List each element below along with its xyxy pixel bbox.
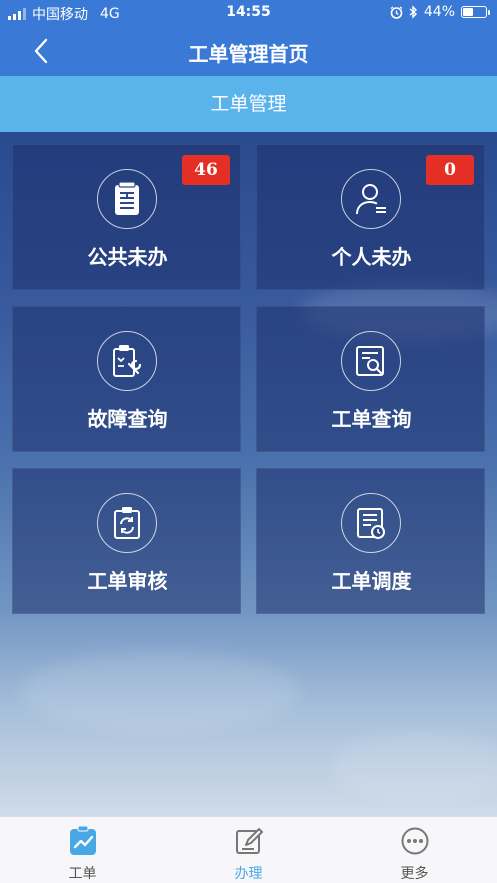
cloud-decoration — [330, 732, 497, 802]
tile-order-review[interactable]: 工单审核 — [12, 468, 241, 614]
tab-handle[interactable]: 办理 — [166, 817, 331, 883]
clipboard-wrench-icon — [97, 331, 157, 391]
tab-label: 更多 — [400, 866, 429, 882]
clipboard-refresh-icon — [97, 493, 157, 553]
status-bar: 中国移动 4G 14:55 44% — [0, 0, 497, 26]
tile-label: 工单查询 — [331, 407, 412, 431]
tile-order-dispatch[interactable]: 工单调度 — [256, 468, 485, 614]
tile-order-query[interactable]: 工单查询 — [256, 306, 485, 452]
tile-public-pending[interactable]: 公共未办 46 — [12, 144, 241, 290]
tab-label: 办理 — [234, 866, 263, 882]
alarm-icon — [390, 5, 403, 19]
tile-label: 工单审核 — [87, 569, 168, 593]
page-title: 工单管理首页 — [188, 42, 309, 66]
tab-label: 工单 — [68, 866, 97, 882]
chart-icon — [67, 825, 99, 857]
battery-percent: 44% — [423, 4, 455, 20]
battery-fill — [463, 8, 473, 16]
pending-count-badge: 46 — [182, 155, 230, 185]
nav-bar: 工单管理首页 — [0, 26, 497, 76]
more-dots-icon — [399, 825, 431, 857]
document-search-icon — [341, 331, 401, 391]
tab-workorder[interactable]: 工单 — [0, 817, 165, 883]
document-clock-icon — [341, 493, 401, 553]
user-icon — [341, 169, 401, 229]
tab-more[interactable]: 更多 — [332, 817, 497, 883]
status-right: 44% — [390, 4, 490, 20]
battery-icon — [461, 6, 490, 18]
bluetooth-icon — [409, 5, 417, 19]
tile-personal-pending[interactable]: 个人未办 0 — [256, 144, 485, 290]
edit-icon — [233, 825, 265, 857]
pending-count-badge: 0 — [426, 155, 474, 185]
tile-label: 公共未办 — [87, 245, 168, 269]
tile-label: 故障查询 — [87, 407, 168, 431]
tab-bar: 工单 办理 更多 — [0, 816, 497, 883]
tile-label: 工单调度 — [331, 569, 412, 593]
section-header: 工单管理 — [0, 76, 497, 132]
main-background: 公共未办 46 个人未办 0 故障查询 工单查询 工单审核 工单调度 — [0, 132, 497, 816]
tile-label: 个人未办 — [331, 245, 412, 269]
cloud-decoration — [20, 652, 300, 732]
tile-fault-query[interactable]: 故障查询 — [12, 306, 241, 452]
document-list-icon — [97, 169, 157, 229]
